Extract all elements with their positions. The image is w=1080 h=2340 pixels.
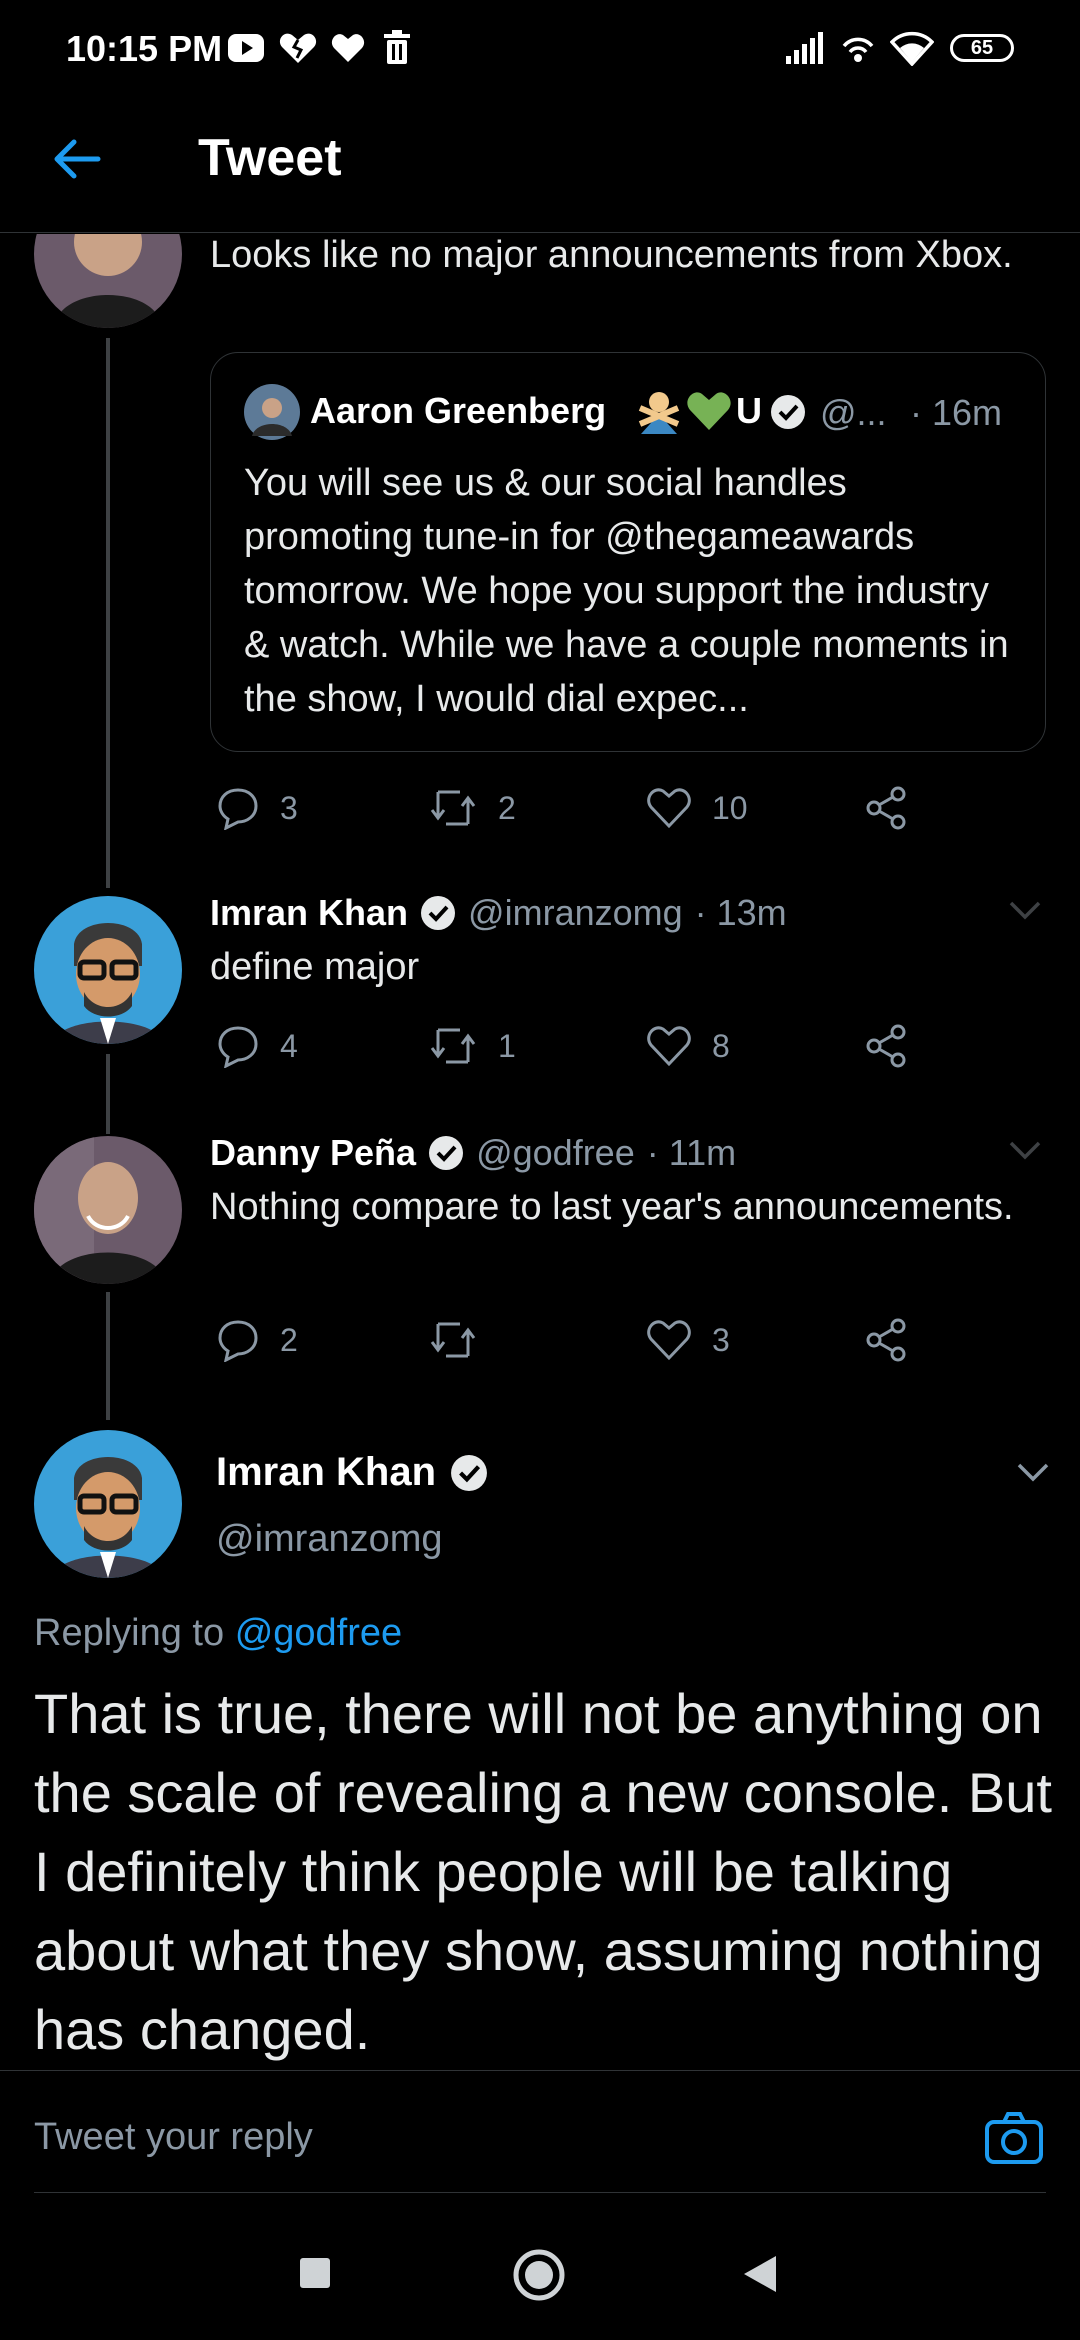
quote-author-name: Aaron Greenberg (310, 390, 607, 431)
retweet-count: 2 (498, 789, 516, 826)
author-handle: @imranzomg (468, 892, 683, 933)
quote-handle: @... (820, 392, 887, 433)
wifi-icon (889, 30, 935, 71)
author-name: Danny Peña (210, 1132, 417, 1173)
quote-time: · 16m (910, 392, 1003, 433)
like-button[interactable]: 3 (646, 1318, 730, 1362)
heart-outline-icon (647, 1026, 691, 1067)
thread-line (106, 1292, 110, 1420)
reply-count: 4 (280, 1027, 298, 1064)
tweet-text: define major (210, 946, 420, 988)
like-count: 8 (712, 1027, 730, 1064)
youtube-icon (226, 30, 266, 71)
heart-outline-icon (647, 1320, 691, 1361)
retweet-icon (430, 1028, 476, 1064)
retweet-count: 1 (498, 1027, 516, 1064)
verified-badge-icon (770, 394, 806, 435)
reply-header: Imran Khan @imranzomg · 13m (210, 892, 787, 934)
reply-header: Danny Peña @godfree · 11m (210, 1132, 736, 1174)
page-title: Tweet (198, 129, 342, 187)
quote-name-suffix: U (736, 390, 762, 431)
tweet-text: Looks like no major announcements from X… (210, 234, 1013, 276)
status-time: 10:15 PM (66, 28, 223, 69)
trash-icon (382, 30, 412, 71)
heart-outline-icon (647, 788, 691, 829)
like-count: 10 (712, 789, 748, 826)
chevron-down-icon[interactable] (1008, 1138, 1042, 1167)
replying-to-label: Replying to (34, 1612, 225, 1654)
back-arrow-icon[interactable] (48, 130, 106, 193)
retweet-icon (430, 790, 476, 826)
share-button[interactable] (864, 1024, 908, 1068)
reply-bar-divider (0, 2070, 1080, 2071)
hotspot-icon (838, 30, 878, 75)
emoji-person-icon (636, 388, 682, 439)
avatar-danny[interactable] (34, 234, 182, 328)
avatar-imran[interactable] (34, 896, 182, 1044)
chevron-down-icon[interactable] (1008, 898, 1042, 927)
verified-badge-icon (421, 896, 456, 930)
battery-indicator: 65 (950, 34, 1014, 62)
tweet-time: · 11m (646, 1132, 737, 1173)
reply-count: 2 (280, 1321, 298, 1358)
reply-button[interactable]: 3 (216, 786, 298, 830)
quote-text: You will see us & our social handles pro… (244, 462, 1009, 720)
main-tweet-author: Imran Khan (216, 1450, 488, 1495)
retweet-button[interactable] (428, 1318, 498, 1362)
tweet-time: · 13m (694, 892, 787, 933)
like-count: 3 (712, 1321, 730, 1358)
share-icon (866, 786, 906, 830)
chevron-down-icon[interactable] (1016, 1460, 1050, 1489)
reply-bar-underline (34, 2192, 1046, 2193)
author-handle: @imranzomg (216, 1518, 443, 1560)
verified-badge-icon (429, 1136, 464, 1170)
reply-button[interactable]: 4 (216, 1024, 298, 1068)
tweet-text: Nothing compare to last year's announcem… (210, 1186, 1014, 1228)
reply-icon (218, 1320, 258, 1362)
heart-broken-icon (278, 30, 318, 71)
green-heart-icon (686, 390, 732, 437)
heart-icon (330, 30, 366, 71)
camera-icon[interactable] (984, 2110, 1044, 2171)
reply-input[interactable]: Tweet your reply (34, 2116, 313, 2159)
home-button[interactable] (512, 2248, 566, 2307)
avatar-imran[interactable] (34, 1430, 182, 1578)
share-icon (866, 1318, 906, 1362)
reply-button[interactable]: 2 (216, 1318, 298, 1362)
reply-icon (218, 1026, 258, 1068)
avatar-danny[interactable] (34, 1136, 182, 1284)
retweet-button[interactable]: 1 (428, 1024, 516, 1068)
retweet-icon (430, 1322, 476, 1358)
back-button[interactable] (742, 2254, 778, 2299)
main-tweet-text: That is true, there will not be anything… (34, 1682, 1052, 2061)
signal-icon (784, 30, 826, 71)
recent-apps-button[interactable] (298, 2256, 332, 2295)
author-name: Imran Khan (210, 892, 409, 933)
author-name: Imran Khan (216, 1450, 437, 1494)
share-icon (866, 1024, 906, 1068)
reply-count: 3 (280, 789, 298, 826)
like-button[interactable]: 10 (646, 786, 748, 830)
share-button[interactable] (864, 786, 908, 830)
replying-to-handle[interactable]: @godfree (235, 1612, 402, 1654)
author-handle: @godfree (476, 1132, 635, 1173)
quote-avatar (244, 384, 300, 445)
thread-line (106, 338, 110, 888)
retweet-button[interactable]: 2 (428, 786, 516, 830)
verified-badge-icon (451, 1454, 487, 1491)
share-button[interactable] (864, 1318, 908, 1362)
reply-icon (218, 788, 258, 830)
replying-to: Replying to @godfree (34, 1612, 402, 1655)
thread-line (106, 1054, 110, 1134)
like-button[interactable]: 8 (646, 1024, 730, 1068)
